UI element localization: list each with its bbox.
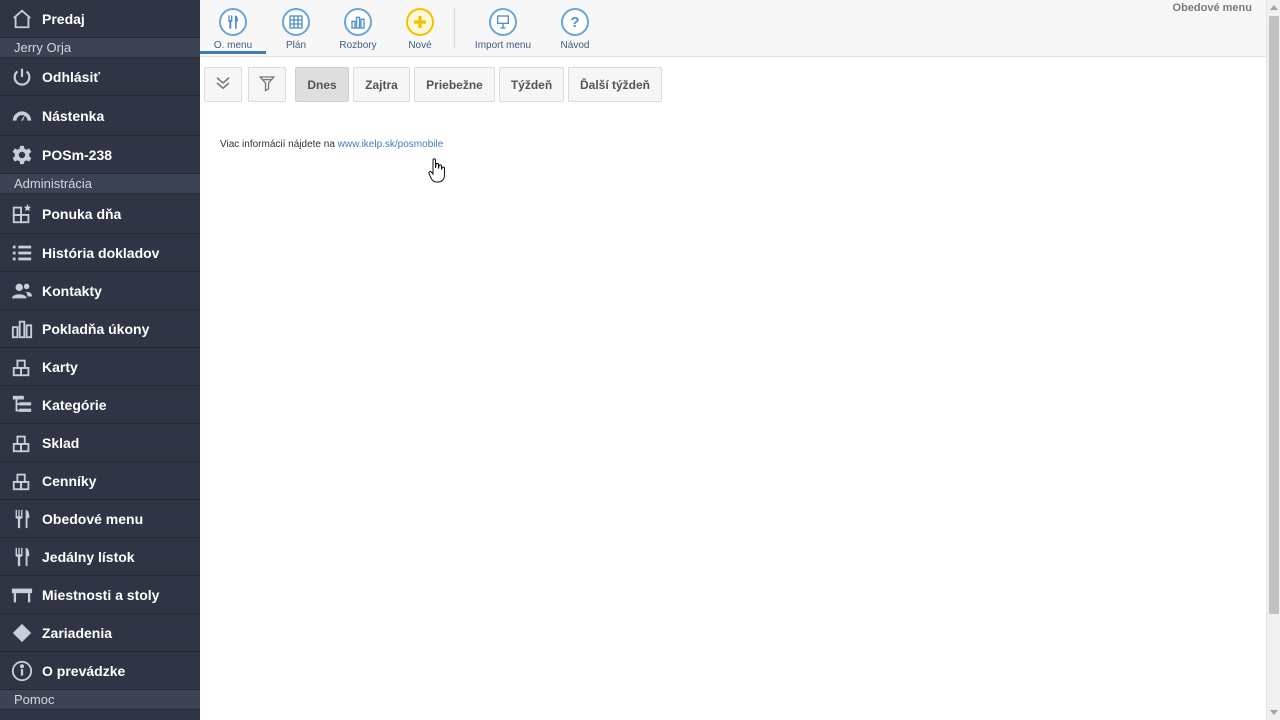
tree-icon (10, 393, 34, 417)
filter-tab-zajtra[interactable]: Zajtra (353, 67, 410, 102)
sidebar-item-kontakty[interactable]: Kontakty (0, 272, 200, 310)
hand-cursor-icon (428, 158, 446, 184)
info-link[interactable]: www.ikelp.sk/posmobile (338, 139, 444, 150)
sidebar-item-pokladna[interactable]: Pokladňa úkony (0, 310, 200, 348)
sidebar-item-posm[interactable]: POSm-238 (0, 136, 200, 174)
sidebar-item-karty[interactable]: Karty (0, 348, 200, 386)
filter-tab-tyzden[interactable]: Týždeň (499, 67, 564, 102)
tab-label: Plán (285, 40, 306, 51)
boxes-icon (10, 431, 34, 455)
page-title: Obedové menu (1172, 2, 1252, 14)
sidebar-item-predaj[interactable]: Predaj (0, 0, 200, 38)
scrollbar[interactable] (1266, 0, 1280, 720)
sidebar-item-label: Pokladňa úkony (42, 320, 150, 337)
tab-label: O. menu (213, 40, 253, 51)
sidebar-section-admin: Administrácia (0, 174, 200, 194)
power-icon (10, 65, 34, 89)
import-menu-button[interactable]: Import menu (470, 6, 536, 51)
sidebar-item-obedove-menu[interactable]: Obedové menu (0, 500, 200, 538)
home-icon (10, 7, 34, 31)
scroll-thumb[interactable] (1269, 16, 1279, 614)
list-icon (10, 241, 34, 265)
calendar-grid-icon (282, 8, 310, 36)
bar-chart-icon (10, 317, 34, 341)
sidebar-item-jedalny-listok[interactable]: Jedálny lístok (0, 538, 200, 576)
sidebar-item-label: Kategórie (42, 396, 107, 413)
sidebar-item-o-prevadzke[interactable]: O prevádzke (0, 652, 200, 690)
filter-button[interactable] (248, 67, 286, 102)
sidebar-item-label: Kontakty (42, 282, 102, 299)
sidebar-item-label: Ponuka dňa (42, 205, 122, 222)
scroll-up-icon[interactable] (1270, 5, 1278, 10)
sidebar-item-label: Sklad (42, 434, 80, 451)
sidebar-item-miestnosti[interactable]: Miestnosti a stoly (0, 576, 200, 614)
info-text: Viac informácií nájdete na www.ikelp.sk/… (220, 139, 443, 150)
tab-label: Návod (560, 40, 590, 51)
fork-knife-icon (10, 545, 34, 569)
boxes-star-icon (10, 202, 34, 226)
info-icon (10, 659, 34, 683)
sidebar-item-label: Nástenka (42, 107, 105, 124)
sidebar-item-label: Odhlásiť (42, 68, 101, 85)
sidebar-item-kategorie[interactable]: Kategórie (0, 386, 200, 424)
collapse-button[interactable] (204, 67, 242, 102)
sidebar-item-ponuka-dna[interactable]: Ponuka dňa (0, 194, 200, 234)
sidebar-item-label: Predaj (42, 10, 85, 27)
sidebar-item-label: O prevádzke (42, 662, 126, 679)
gear-icon (10, 143, 34, 167)
sidebar-item-nastenka[interactable]: Nástenka (0, 96, 200, 136)
sidebar-item-zariadenia[interactable]: Zariadenia (0, 614, 200, 652)
sidebar-item-label: História dokladov (42, 244, 160, 261)
tab-label: Import menu (474, 40, 532, 51)
info-label: Viac informácií nájdete na (220, 139, 338, 150)
fork-knife-icon (219, 8, 247, 36)
boxes-icon (10, 355, 34, 379)
boxes-icon (10, 469, 34, 493)
help-icon: ? (561, 8, 589, 36)
diamond-icon (10, 621, 34, 645)
top-toolbar: O. menu Plán Rozbory Nové Import menu ? … (200, 0, 1266, 57)
table-icon (10, 583, 34, 607)
filter-tab-dalsi-tyzden[interactable]: Ďalší týždeň (568, 67, 662, 102)
sidebar-item-label: Karty (42, 358, 78, 375)
sidebar: Predaj Jerry Orja Odhlásiť Nástenka POSm… (0, 0, 200, 720)
new-button[interactable]: Nové (387, 6, 453, 51)
sidebar-item-sklad[interactable]: Sklad (0, 424, 200, 462)
filter-tab-dnes[interactable]: Dnes (295, 67, 349, 102)
sidebar-item-label: Cenníky (42, 472, 97, 489)
dashboard-icon (10, 104, 34, 128)
sidebar-item-odhlasit[interactable]: Odhlásiť (0, 58, 200, 96)
toolbar-divider (454, 8, 455, 48)
funnel-icon (258, 74, 276, 95)
tab-rozbory[interactable]: Rozbory (325, 6, 391, 51)
sidebar-item-label: Zariadenia (42, 624, 113, 641)
sidebar-item-label: Jedálny lístok (42, 548, 135, 565)
double-chevron-down-icon (214, 74, 232, 95)
plus-icon (406, 8, 434, 36)
tab-label: Nové (408, 40, 432, 51)
tab-plan[interactable]: Plán (263, 6, 329, 51)
sidebar-item-label: POSm-238 (42, 146, 113, 163)
help-button[interactable]: ? Návod (542, 6, 608, 51)
sidebar-section-help: Pomoc (0, 690, 200, 710)
sidebar-item-cenniky[interactable]: Cenníky (0, 462, 200, 500)
sidebar-item-label: Miestnosti a stoly (42, 586, 160, 603)
bar-chart-icon (344, 8, 372, 36)
fork-knife-icon (10, 507, 34, 531)
filter-tab-priebezne[interactable]: Priebežne (414, 67, 495, 102)
tab-label: Rozbory (339, 40, 377, 51)
tab-o-menu[interactable]: O. menu (200, 6, 266, 54)
sidebar-section-user: Jerry Orja (0, 38, 200, 58)
import-icon (489, 8, 517, 36)
scroll-down-icon[interactable] (1270, 710, 1278, 715)
users-icon (10, 279, 34, 303)
sidebar-item-historia[interactable]: História dokladov (0, 234, 200, 272)
sidebar-item-label: Obedové menu (42, 510, 144, 527)
